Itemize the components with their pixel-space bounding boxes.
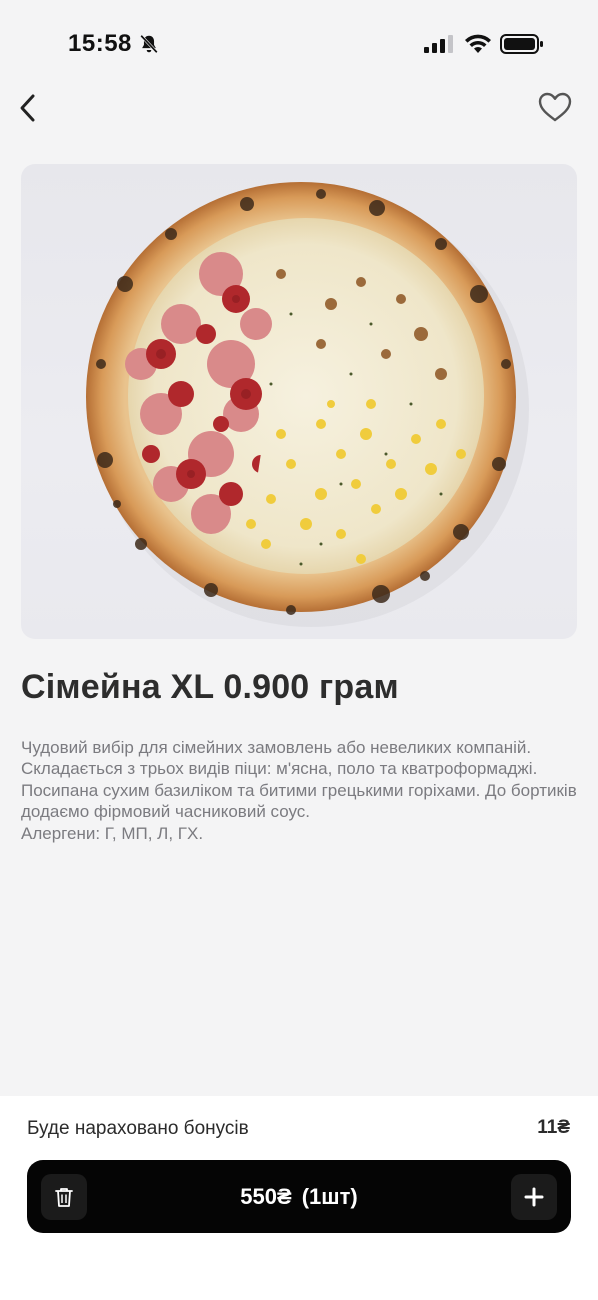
chevron-left-icon xyxy=(20,94,35,122)
heart-outline-icon xyxy=(538,92,572,122)
product-detail-screen: 15:58 Сімейна XL 0.900 грам Чудовий вибі… xyxy=(0,0,598,1300)
allergens-text: Алергени: Г, МП, Л, ГХ. xyxy=(21,823,204,843)
back-button[interactable] xyxy=(10,88,46,128)
product-image xyxy=(21,164,577,639)
cart-price: 550₴ xyxy=(240,1183,292,1209)
description-paragraph: Посипана сухим базиліком та битими грець… xyxy=(21,780,577,822)
description-paragraph: Чудовий вибір для сімейних замовлень або… xyxy=(21,738,538,779)
plus-icon xyxy=(524,1187,544,1207)
bell-slash-icon xyxy=(140,34,158,54)
favorite-button[interactable] xyxy=(534,87,576,127)
status-time: 15:58 xyxy=(68,30,132,57)
bonus-value: 11₴ xyxy=(537,1117,570,1138)
battery-icon xyxy=(500,34,543,54)
product-title: Сімейна XL 0.900 грам xyxy=(21,668,399,706)
remove-from-cart-button[interactable] xyxy=(41,1174,87,1220)
cart-summary: 550₴ (1шт) xyxy=(107,1160,491,1233)
cart-quantity: (1шт) xyxy=(301,1183,358,1209)
wifi-icon xyxy=(465,34,491,53)
signal-icon xyxy=(424,35,453,53)
trash-icon xyxy=(55,1188,73,1207)
cart-bar: 550₴ (1шт) xyxy=(27,1160,571,1233)
pizza-photo xyxy=(86,182,529,627)
bonus-label: Буде нараховано бонусів xyxy=(27,1118,249,1139)
product-description: Чудовий вибір для сімейних замовлень або… xyxy=(21,737,581,844)
add-to-cart-button[interactable] xyxy=(511,1174,557,1220)
status-bar: 15:58 xyxy=(0,0,598,88)
